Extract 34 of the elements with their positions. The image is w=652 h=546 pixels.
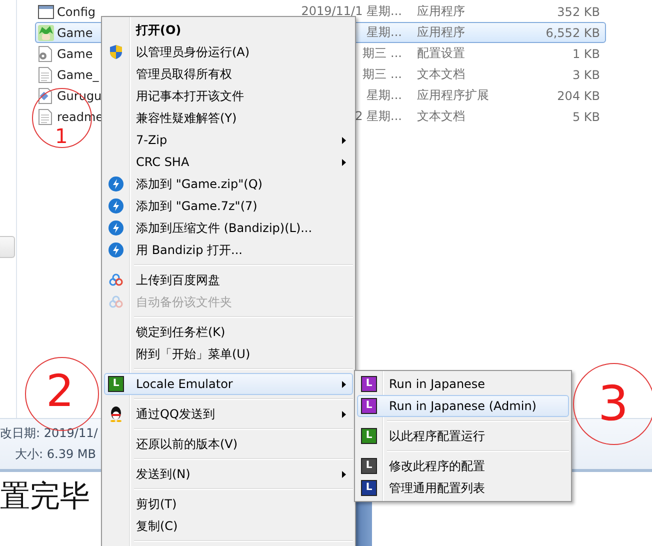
annotation-number: 1 bbox=[55, 126, 68, 146]
file-type: 应用程序 bbox=[417, 3, 465, 20]
badge-icon: L bbox=[361, 398, 377, 414]
file-name: Config bbox=[57, 4, 96, 18]
annotation-number: 2 bbox=[46, 370, 74, 414]
file-date: 星期... bbox=[366, 24, 403, 41]
file-type: 文本文档 bbox=[417, 108, 465, 125]
file-size: 1 KB bbox=[572, 46, 600, 60]
file-date: 期三 ... bbox=[362, 66, 403, 83]
file-size: 6,552 KB bbox=[546, 26, 600, 40]
badge-icon: L bbox=[361, 428, 377, 444]
badge-icon: L bbox=[361, 458, 377, 474]
file-name: Game bbox=[57, 46, 93, 60]
badge-icon: L bbox=[361, 480, 377, 496]
file-type: 应用程序 bbox=[417, 24, 465, 41]
file-type: 文本文档 bbox=[417, 66, 465, 83]
file-name: Game_ bbox=[57, 68, 99, 82]
file-date: 期三 ... bbox=[362, 45, 403, 62]
annotation-number: 3 bbox=[598, 380, 629, 428]
modified-date: 改日期: 2019/11/ bbox=[0, 425, 96, 442]
file-size: 3 KB bbox=[572, 68, 600, 82]
badge-icon: L bbox=[361, 376, 377, 392]
file-size: 204 KB bbox=[557, 88, 600, 102]
file-size-detail: 大小: 6.39 MB bbox=[14, 446, 96, 463]
file-size: 352 KB bbox=[557, 4, 600, 18]
document-text: 置完毕 bbox=[0, 479, 90, 514]
file-date: 2 星期... bbox=[355, 108, 403, 125]
file-type: 配置设置 bbox=[417, 45, 465, 62]
file-date: 2019/11/1 星期... bbox=[301, 3, 403, 20]
file-type: 应用程序扩展 bbox=[417, 87, 489, 104]
file-date: 星期... bbox=[366, 87, 403, 104]
file-size: 5 KB bbox=[572, 110, 600, 124]
file-name: Game bbox=[57, 26, 93, 40]
badge-icon: L bbox=[108, 376, 124, 392]
